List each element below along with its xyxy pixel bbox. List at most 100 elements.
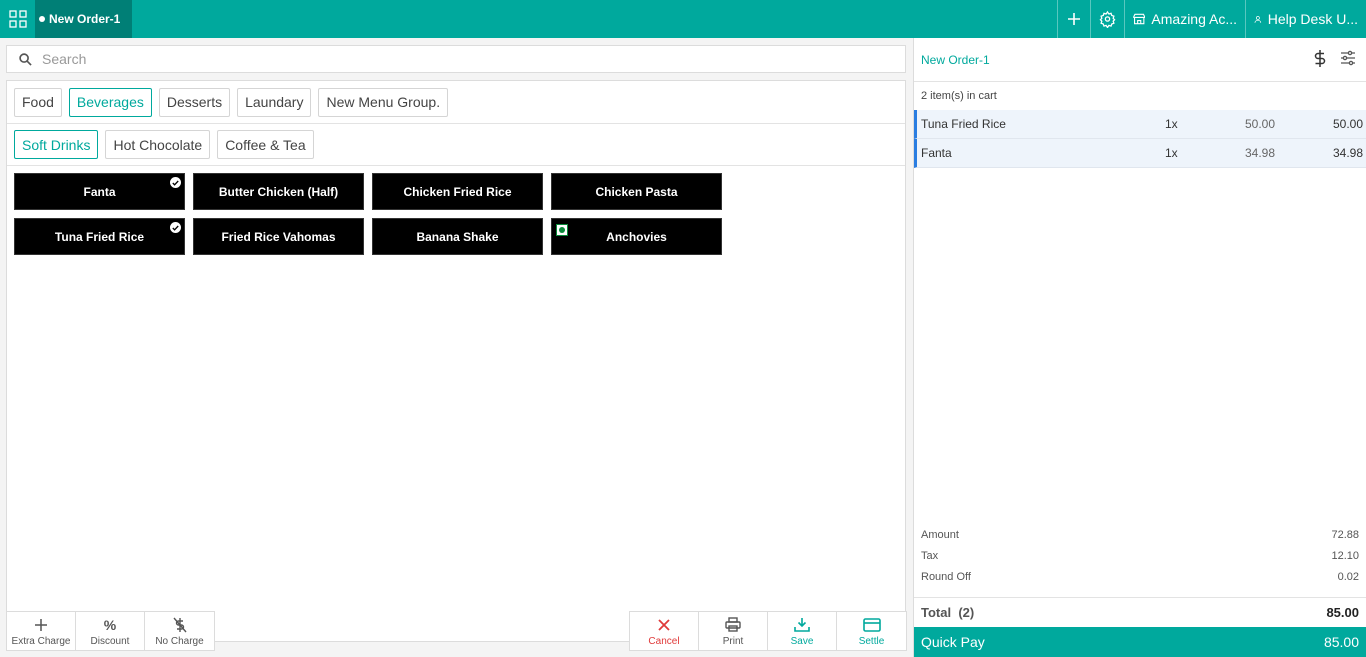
menu-item-name: Anchovies xyxy=(606,229,667,244)
menu-item-name: Butter Chicken (Half) xyxy=(218,184,339,199)
dollar-icon xyxy=(1314,50,1326,67)
menu-item-name: Tuna Fried Rice xyxy=(54,229,145,244)
total-value: 85.00 xyxy=(1326,605,1359,620)
sub-group-tab[interactable]: Hot Chocolate xyxy=(105,130,211,159)
save-label: Save xyxy=(790,635,814,647)
menu-item-name: Chicken Pasta xyxy=(595,184,678,199)
check-icon xyxy=(170,177,181,188)
tax-label: Tax xyxy=(921,549,939,562)
cart-item-qty: 1x xyxy=(1165,117,1178,131)
menu-item-name: Chicken Fried Rice xyxy=(403,184,512,199)
menu-group-tab[interactable]: Laundary xyxy=(237,87,312,117)
cart-count: 2 item(s) in cart xyxy=(921,90,997,102)
search-input[interactable] xyxy=(42,51,842,67)
add-order-button[interactable] xyxy=(1057,0,1090,38)
save-button[interactable]: Save xyxy=(768,612,837,650)
amount-value: 72.88 xyxy=(1331,528,1359,541)
cart-options-button[interactable] xyxy=(1340,50,1356,70)
menu-group-tab[interactable]: Food xyxy=(14,87,62,117)
menu-item-card[interactable]: Butter Chicken (Half) xyxy=(193,173,364,210)
menu-items-grid: Fanta Butter Chicken (Half) Chicken Fried … xyxy=(7,166,905,263)
roundoff-row: Round Off 0.02 xyxy=(914,566,1366,587)
cart-list: Tuna Fried Rice 1x 50.00 50.00 Fanta 1x 34.98 3… xyxy=(914,110,1366,168)
menu-item-card[interactable]: Banana Shake xyxy=(372,218,543,255)
cart-item-price: 50.00 xyxy=(1244,117,1275,131)
menu-item-card[interactable]: Chicken Pasta xyxy=(551,173,722,210)
active-dot-icon xyxy=(39,16,45,22)
menu-pane: FoodBeveragesDessertsLaundaryNew Menu Gr… xyxy=(0,38,913,657)
roundoff-label: Round Off xyxy=(921,570,971,583)
card-icon xyxy=(862,617,881,632)
sub-group-tab[interactable]: Soft Drinks xyxy=(14,130,99,159)
total-count: (2) xyxy=(958,605,975,620)
percent-icon: % xyxy=(103,616,117,633)
menu-item-name: Fanta xyxy=(83,184,116,199)
apps-grid-icon[interactable] xyxy=(0,0,35,38)
search-icon xyxy=(19,52,32,66)
menu-item-card[interactable]: Tuna Fried Rice xyxy=(14,218,185,255)
close-icon xyxy=(658,618,670,631)
menu-item-card[interactable]: Anchovies xyxy=(551,218,722,255)
order-actions: Cancel Print Save Settle xyxy=(629,611,907,651)
store-icon xyxy=(1133,13,1146,25)
menu-area: Food Beverages Desserts Laundary New Menu Gr… xyxy=(6,80,906,642)
sub-group-tab[interactable]: Coffee & Tea xyxy=(217,130,314,159)
cart-row[interactable]: Fanta 1x 34.98 34.98 xyxy=(914,139,1366,168)
cancel-button[interactable]: Cancel xyxy=(630,612,699,650)
download-icon xyxy=(794,618,810,632)
no-charge-button[interactable]: No Charge xyxy=(145,612,214,650)
cart-item-price: 34.98 xyxy=(1244,146,1275,160)
total-label: Total xyxy=(921,605,952,620)
no-charge-label: No Charge xyxy=(155,635,204,647)
user-icon xyxy=(1254,15,1262,23)
cart-row[interactable]: Tuna Fried Rice 1x 50.00 50.00 xyxy=(914,110,1366,139)
cart-item-name: Fanta xyxy=(921,146,952,160)
quick-pay-button[interactable]: Quick Pay 85.00 xyxy=(914,627,1366,657)
search-bar xyxy=(6,45,906,73)
sub-group-tabs: Soft Drinks Hot Chocolate Coffee & Tea xyxy=(7,124,905,166)
currency-button[interactable] xyxy=(1314,50,1326,70)
extra-charge-label: Extra Charge xyxy=(11,635,71,647)
settings-button[interactable] xyxy=(1090,0,1124,38)
tax-value: 12.10 xyxy=(1331,549,1359,562)
menu-group-tab[interactable]: Beverages xyxy=(68,87,152,117)
roundoff-value: 0.02 xyxy=(1337,570,1359,583)
cart-pane: New Order-1 2 item(s) in cart Tuna Fried… xyxy=(913,38,1366,657)
cart-title: New Order-1 xyxy=(921,52,990,67)
total-row: Total (2) 85.00 xyxy=(914,597,1366,627)
top-bar: New Order-1 Amazing Ac... Help Desk U... xyxy=(0,0,1366,38)
print-button[interactable]: Print xyxy=(699,612,768,650)
settle-button[interactable]: Settle xyxy=(837,612,906,650)
discount-button[interactable]: % Discount xyxy=(76,612,145,650)
menu-group-tab[interactable]: Desserts xyxy=(158,87,231,117)
menu-item-card[interactable]: Fried Rice Vahomas xyxy=(193,218,364,255)
extra-charge-button[interactable]: Extra Charge xyxy=(7,612,76,650)
cart-item-total: 50.00 xyxy=(1332,117,1363,131)
sliders-icon xyxy=(1341,50,1355,66)
veg-indicator-icon xyxy=(556,224,568,236)
plus-icon xyxy=(1068,13,1080,25)
user-menu[interactable]: Help Desk U... xyxy=(1245,0,1366,38)
menu-item-card[interactable]: Chicken Fried Rice xyxy=(372,173,543,210)
menu-item-name: Banana Shake xyxy=(416,229,499,244)
cancel-label: Cancel xyxy=(648,635,680,647)
menu-group-tab[interactable]: New Menu Group. xyxy=(318,87,449,117)
menu-item-card[interactable]: Fanta xyxy=(14,173,185,210)
settle-label: Settle xyxy=(858,635,885,647)
no-dollar-icon xyxy=(172,617,187,632)
order-tab-label: New Order-1 xyxy=(49,12,121,26)
bill-summary: Amount 72.88 Tax 12.10 Round Off 0.02 xyxy=(914,524,1366,587)
printer-icon xyxy=(725,617,741,632)
amount-row: Amount 72.88 xyxy=(914,524,1366,545)
amount-label: Amount xyxy=(921,528,959,541)
order-adjust-actions: Extra Charge % Discount No Charge xyxy=(6,611,215,651)
gear-icon xyxy=(1099,10,1116,28)
cart-item-qty: 1x xyxy=(1165,146,1178,160)
tax-row: Tax 12.10 xyxy=(914,545,1366,566)
store-selector[interactable]: Amazing Ac... xyxy=(1124,0,1245,38)
plus-icon xyxy=(35,618,47,631)
check-icon xyxy=(170,222,181,233)
order-tab[interactable]: New Order-1 xyxy=(35,0,133,38)
menu-item-name: Fried Rice Vahomas xyxy=(221,229,336,244)
store-name: Amazing Ac... xyxy=(1151,11,1237,27)
